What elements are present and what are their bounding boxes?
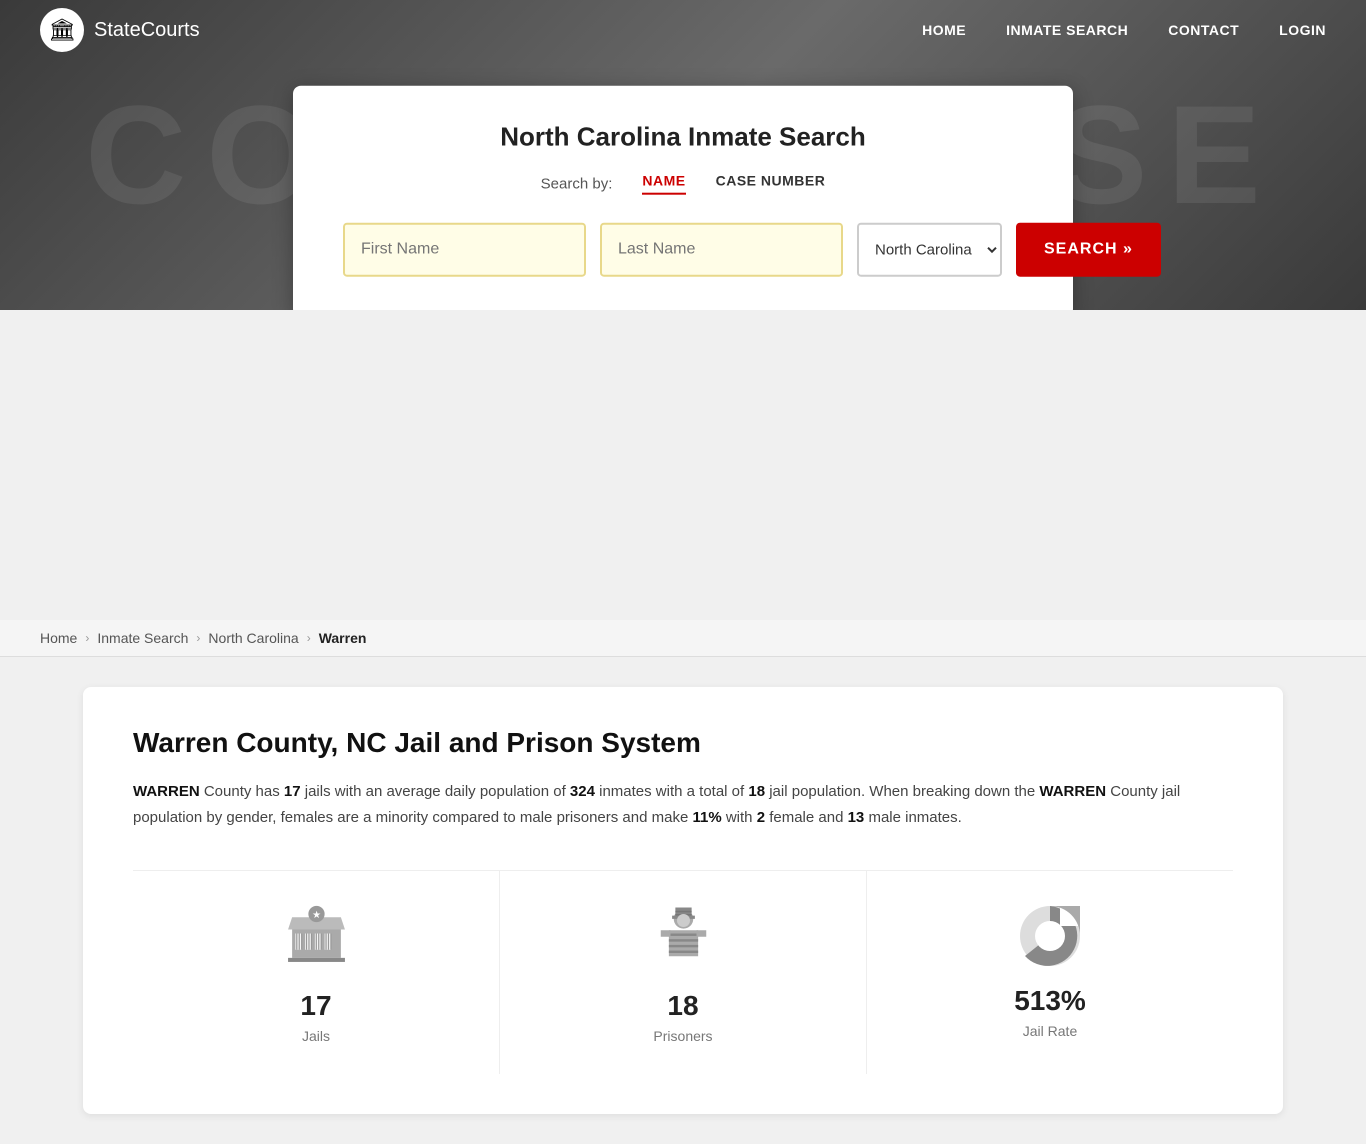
breadcrumb-sep-1: › bbox=[85, 631, 89, 645]
tab-case-number[interactable]: CASE NUMBER bbox=[716, 173, 826, 195]
search-card: North Carolina Inmate Search Search by: … bbox=[293, 86, 1073, 310]
main-content: Warren County, NC Jail and Prison System… bbox=[83, 687, 1283, 1114]
breadcrumb-current: Warren bbox=[319, 630, 367, 646]
logo-text: StateCourts bbox=[94, 19, 200, 42]
last-name-input[interactable] bbox=[600, 223, 843, 277]
hero-section: COURTHOUSE 🏛 StateCourts HOME INMATE SEA… bbox=[0, 0, 1366, 310]
jail-rate-number: 513% bbox=[1014, 985, 1086, 1017]
jail-rate-icon bbox=[1015, 901, 1085, 971]
search-fields: North Carolina Alabama Alaska Arizona Ca… bbox=[343, 223, 1023, 277]
breadcrumb: Home › Inmate Search › North Carolina › … bbox=[0, 620, 1366, 657]
page-heading: Warren County, NC Jail and Prison System bbox=[133, 727, 1233, 759]
jail-rate-label: Jail Rate bbox=[1023, 1023, 1077, 1039]
tab-name[interactable]: NAME bbox=[642, 173, 685, 195]
nav-home[interactable]: HOME bbox=[922, 22, 966, 38]
search-by-label: Search by: bbox=[541, 175, 613, 192]
search-button[interactable]: SEARCH » bbox=[1016, 223, 1161, 277]
state-select[interactable]: North Carolina Alabama Alaska Arizona Ca… bbox=[857, 223, 1002, 277]
breadcrumb-sep-3: › bbox=[307, 631, 311, 645]
nav-login[interactable]: LOGIN bbox=[1279, 22, 1326, 38]
prisoners-icon bbox=[656, 901, 711, 976]
stat-jail-rate: 513% Jail Rate bbox=[867, 871, 1233, 1074]
breadcrumb-home[interactable]: Home bbox=[40, 630, 77, 646]
jails-count: 17 bbox=[284, 783, 301, 800]
avg-population: 324 bbox=[570, 783, 595, 800]
female-pct: 11% bbox=[692, 809, 721, 826]
search-tabs: Search by: NAME CASE NUMBER bbox=[343, 173, 1023, 195]
stats-row: ★ 17 Jails bbox=[133, 870, 1233, 1074]
female-count: 2 bbox=[757, 809, 765, 826]
svg-text:★: ★ bbox=[312, 910, 321, 921]
nav-links: HOME INMATE SEARCH CONTACT LOGIN bbox=[922, 22, 1326, 38]
first-name-input[interactable] bbox=[343, 223, 586, 277]
top-navigation: 🏛 StateCourts HOME INMATE SEARCH CONTACT… bbox=[0, 0, 1366, 60]
jail-population-total: 18 bbox=[748, 783, 765, 800]
jails-label: Jails bbox=[302, 1028, 330, 1044]
description-text: WARREN County has 17 jails with an avera… bbox=[133, 779, 1233, 830]
nav-inmate-search[interactable]: INMATE SEARCH bbox=[1006, 22, 1128, 38]
county-name: WARREN bbox=[133, 783, 200, 800]
logo[interactable]: 🏛 StateCourts bbox=[40, 8, 200, 52]
male-count: 13 bbox=[848, 809, 865, 826]
breadcrumb-state[interactable]: North Carolina bbox=[208, 630, 298, 646]
jails-icon: ★ bbox=[284, 901, 349, 976]
jails-number: 17 bbox=[300, 990, 331, 1022]
breadcrumb-inmate-search[interactable]: Inmate Search bbox=[97, 630, 188, 646]
stat-prisoners: 18 Prisoners bbox=[500, 871, 867, 1074]
breadcrumb-sep-2: › bbox=[196, 631, 200, 645]
logo-icon: 🏛 bbox=[40, 8, 84, 52]
stat-jails: ★ 17 Jails bbox=[133, 871, 500, 1074]
search-card-title: North Carolina Inmate Search bbox=[343, 122, 1023, 153]
county-name-2: WARREN bbox=[1039, 783, 1106, 800]
prisoners-label: Prisoners bbox=[653, 1028, 712, 1044]
prisoners-number: 18 bbox=[667, 990, 698, 1022]
nav-contact[interactable]: CONTACT bbox=[1168, 22, 1239, 38]
